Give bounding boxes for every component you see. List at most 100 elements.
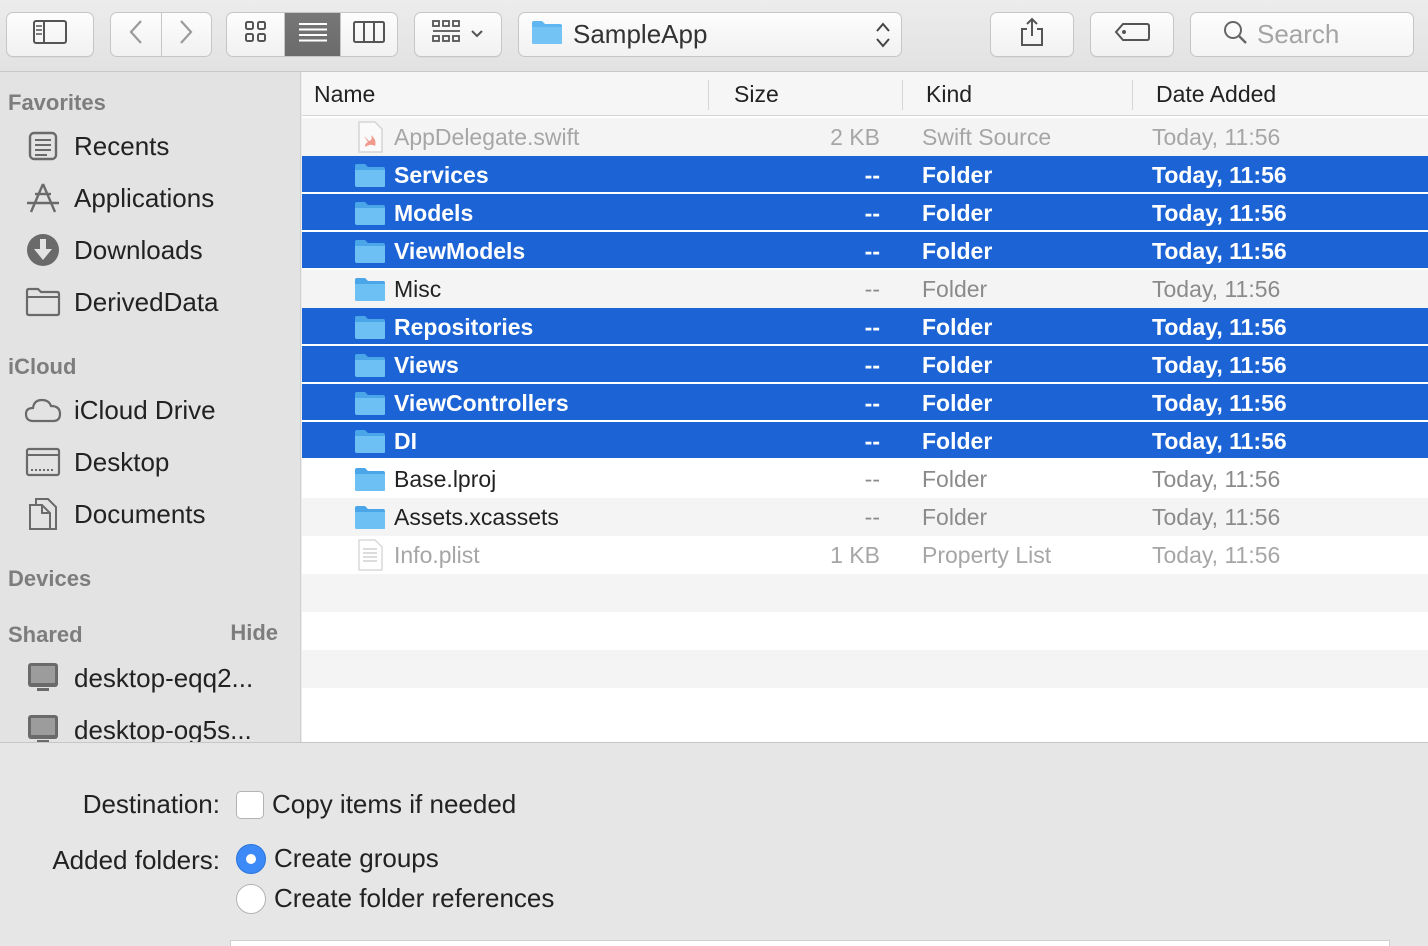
search-field[interactable]: Search	[1190, 12, 1414, 57]
sidebar-item-label: Desktop	[74, 446, 170, 477]
recents-icon	[24, 127, 62, 165]
sidebar-item-deriveddata[interactable]: DerivedData	[24, 282, 219, 322]
sidebar-item-label: Recents	[74, 130, 170, 161]
create-folder-references-option[interactable]: Create folder references	[236, 883, 554, 914]
sheet-content-edge	[230, 940, 1390, 946]
folder-icon	[354, 270, 386, 308]
view-mode-selector	[226, 12, 398, 57]
copy-items-label[interactable]: Copy items if needed	[272, 789, 516, 820]
copy-items-checkbox[interactable]	[236, 790, 264, 819]
icloud-header: iCloud	[8, 354, 77, 379]
file-name: DI	[394, 427, 417, 454]
table-row[interactable]: Misc -- Folder Today, 11:56	[302, 270, 1428, 308]
table-row[interactable]: AppDelegate.swift 2 KB Swift Source Today, …	[302, 118, 1428, 156]
column-divider[interactable]	[902, 80, 903, 110]
location-popup[interactable]: SampleApp	[518, 12, 902, 57]
sidebar-item-recents[interactable]: Recents	[24, 126, 169, 166]
sidebar-item-label: desktop-og5s...	[74, 714, 252, 743]
file-kind: Folder	[922, 427, 993, 454]
arrange-button[interactable]	[414, 12, 502, 57]
list-view-button[interactable]	[284, 13, 340, 56]
table-row[interactable]: Info.plist 1 KB Property List Today, 11:56	[302, 536, 1428, 574]
folder-icon	[354, 232, 386, 270]
file-size: --	[864, 351, 880, 378]
favorites-header: Favorites	[8, 90, 106, 115]
folder-icon	[354, 422, 386, 460]
column-view-button[interactable]	[340, 13, 397, 56]
empty-row	[302, 650, 1428, 688]
file-size: 1 KB	[830, 541, 880, 568]
file-kind: Folder	[922, 465, 988, 492]
table-row[interactable]: Services -- Folder Today, 11:56	[302, 156, 1428, 194]
sidebar-item-label: Documents	[74, 498, 206, 529]
tag-icon	[1114, 22, 1150, 47]
file-date-added: Today, 11:56	[1152, 503, 1281, 530]
sidebar-item-desktop[interactable]: Desktop	[24, 442, 169, 482]
search-icon	[1223, 20, 1247, 49]
table-row[interactable]: Repositories -- Folder Today, 11:56	[302, 308, 1428, 346]
chevron-left-icon	[129, 19, 143, 50]
cloud-icon	[24, 391, 62, 429]
file-name: Views	[394, 351, 459, 378]
file-size: --	[864, 503, 880, 530]
column-header-kind[interactable]: Kind	[926, 72, 972, 116]
file-date-added: Today, 11:56	[1152, 123, 1281, 150]
folder-icon	[354, 308, 386, 346]
sidebar-toggle-button[interactable]	[6, 12, 94, 57]
column-divider[interactable]	[708, 80, 709, 110]
arrange-icon	[432, 20, 462, 49]
sidebar-icon	[33, 20, 67, 49]
file-name: Models	[394, 199, 474, 226]
share-button[interactable]	[990, 12, 1074, 57]
sidebar: Favorites Recents Applications Downloads…	[0, 72, 301, 742]
file-size: --	[864, 427, 880, 454]
file-date-added: Today, 11:56	[1152, 161, 1287, 188]
add-files-options: Destination: Copy items if needed Added …	[0, 742, 1428, 946]
sidebar-item-downloads[interactable]: Downloads	[24, 230, 203, 270]
shared-hide-button[interactable]: Hide	[230, 620, 278, 646]
table-row[interactable]: Views -- Folder Today, 11:56	[302, 346, 1428, 384]
table-row[interactable]: Models -- Folder Today, 11:56	[302, 194, 1428, 232]
sidebar-item-label: desktop-eqq2...	[74, 662, 254, 693]
create-groups-radio[interactable]	[236, 843, 266, 874]
sidebar-item-shared-computer[interactable]: desktop-og5s...	[24, 710, 252, 742]
file-name: ViewModels	[394, 237, 526, 264]
column-header-date-added[interactable]: Date Added	[1156, 72, 1276, 116]
table-row[interactable]: ViewModels -- Folder Today, 11:56	[302, 232, 1428, 270]
create-folder-references-label[interactable]: Create folder references	[274, 883, 554, 914]
file-list: Name Size Kind Date Added AppDelegate.sw…	[302, 72, 1428, 742]
columns-icon	[353, 21, 385, 48]
file-name: Assets.xcassets	[394, 503, 559, 530]
table-row[interactable]: DI -- Folder Today, 11:56	[302, 422, 1428, 460]
sidebar-item-shared-computer[interactable]: desktop-eqq2...	[24, 658, 253, 698]
icon-view-button[interactable]	[227, 13, 284, 56]
destination-label: Destination:	[82, 789, 220, 819]
copy-items-option[interactable]: Copy items if needed	[236, 789, 516, 820]
table-row[interactable]: ViewControllers -- Folder Today, 11:56	[302, 384, 1428, 422]
file-name: Services	[394, 161, 489, 188]
table-row[interactable]: Assets.xcassets -- Folder Today, 11:56	[302, 498, 1428, 536]
file-size: 2 KB	[830, 123, 880, 150]
create-folder-references-radio[interactable]	[236, 883, 266, 914]
sidebar-item-applications[interactable]: Applications	[24, 178, 214, 218]
sidebar-item-documents[interactable]: Documents	[24, 494, 206, 534]
file-kind: Folder	[922, 503, 988, 530]
file-kind: Folder	[922, 275, 988, 302]
column-header-name[interactable]: Name	[314, 72, 375, 116]
forward-button[interactable]	[160, 13, 212, 56]
file-kind: Folder	[922, 313, 993, 340]
sidebar-item-icloud-drive[interactable]: iCloud Drive	[24, 390, 216, 430]
file-date-added: Today, 11:56	[1152, 351, 1287, 378]
swift-file-icon	[354, 118, 386, 156]
table-row[interactable]: Base.lproj -- Folder Today, 11:56	[302, 460, 1428, 498]
chevron-right-icon	[179, 19, 193, 50]
create-groups-label[interactable]: Create groups	[274, 843, 439, 874]
tags-button[interactable]	[1090, 12, 1174, 57]
plist-file-icon	[354, 536, 386, 574]
column-header-size[interactable]: Size	[734, 72, 779, 116]
column-divider[interactable]	[1132, 80, 1133, 110]
create-groups-option[interactable]: Create groups	[236, 843, 439, 874]
file-size: --	[864, 237, 880, 264]
file-kind: Folder	[922, 389, 993, 416]
back-button[interactable]	[111, 13, 161, 56]
